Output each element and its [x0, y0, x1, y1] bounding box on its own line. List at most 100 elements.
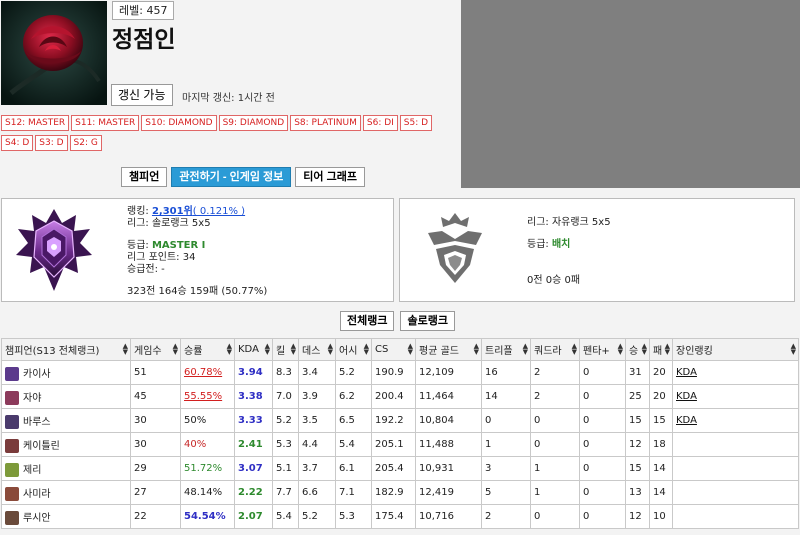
penta-kill-value: 0 [583, 367, 590, 378]
sort-arrows-icon: ▲ ▼ [327, 342, 333, 356]
season-tag: S5: D [399, 115, 433, 131]
header-mastery[interactable]: 장인랭킹 ▲ ▼ [672, 338, 799, 361]
champion-name: 제리 [23, 464, 42, 476]
season-tag: S4: D [1, 135, 34, 151]
solo-tier-value: MASTER I [151, 240, 206, 251]
champion-portrait-icon [5, 510, 19, 525]
header-penta[interactable]: 펜타+ ▲ ▼ [579, 338, 626, 361]
winrate-cell: 54.54% [180, 504, 235, 529]
level-badge: 레벨: 457 [112, 1, 175, 20]
assists-cell: 5.4 [335, 432, 372, 457]
quadra-kill-value: 0 [534, 511, 541, 522]
season-history: S12: MASTER S11: MASTER S10: DIAMOND S9: DI… [1, 115, 457, 155]
season-tag: S6: DI [362, 115, 398, 131]
triple-kill-value: 1 [485, 439, 492, 450]
sort-arrows-icon: ▲ ▼ [363, 342, 369, 356]
header-kills[interactable]: 킬 ▲ ▼ [272, 338, 299, 361]
header-wins[interactable]: 승 ▲ ▼ [625, 338, 650, 361]
header-deaths[interactable]: 데스 ▲ ▼ [298, 338, 336, 361]
winrate-value: 50% [184, 415, 207, 426]
champion-portrait-icon [5, 366, 19, 381]
solo-rank-button[interactable]: 솔로랭크 [400, 311, 455, 331]
kills-cell: 7.0 [272, 384, 299, 409]
penta-kill-cell: 0 [579, 360, 626, 385]
header-label: 킬 [276, 346, 286, 357]
assists-value: 6.1 [339, 463, 355, 474]
kills-value: 5.4 [276, 511, 292, 522]
gold-cell: 10,716 [415, 504, 482, 529]
tab-tier-graph[interactable]: 티어 그래프 [295, 167, 365, 187]
mastery-rank-cell[interactable]: KDA [672, 408, 799, 433]
games-value: 51 [134, 367, 147, 378]
all-rank-button[interactable]: 전체랭크 [340, 311, 395, 331]
header-quadra[interactable]: 쿼드라 ▲ ▼ [530, 338, 580, 361]
header-games[interactable]: 게임수 ▲ ▼ [130, 338, 181, 361]
mastery-rank-value[interactable]: KDA [676, 367, 697, 378]
tab-champions[interactable]: 챔피언 [121, 167, 168, 187]
winrate-cell: 51.72% [180, 456, 235, 481]
header-cs[interactable]: CS ▲ ▼ [371, 338, 416, 361]
cs-cell: 175.4 [371, 504, 416, 529]
champion-cell: 카이사 [1, 360, 131, 385]
solo-rank-card: 랭킹: 2,301위( 0.121% ) 리그: 솔로랭크 5x5 등급: MA… [1, 198, 394, 302]
flex-league: 리그: 자유랭크 5x5 [527, 217, 611, 228]
quadra-kill-value: 2 [534, 367, 541, 378]
kills-value: 5.1 [276, 463, 292, 474]
gold-value: 11,488 [419, 439, 454, 450]
header-label: CS [375, 344, 389, 355]
mastery-rank-value[interactable]: KDA [676, 415, 697, 426]
quadra-kill-value: 2 [534, 391, 541, 402]
kills-cell: 5.4 [272, 504, 299, 529]
gold-cell: 10,804 [415, 408, 482, 433]
profile-tabs: 챔피언 관전하기 - 인게임 정보 티어 그래프 [121, 167, 365, 187]
header-winrate[interactable]: 승률 ▲ ▼ [180, 338, 235, 361]
losses-value: 10 [653, 511, 666, 522]
solo-rank-percentile[interactable]: ( 0.121% ) [193, 206, 245, 217]
solo-rank-link[interactable]: 2,301위 [152, 206, 193, 217]
winrate-value: 55.55% [184, 391, 223, 402]
mastery-rank-cell[interactable]: KDA [672, 360, 799, 385]
champion-portrait-icon [5, 486, 19, 501]
gold-value: 12,109 [419, 367, 454, 378]
sort-arrows-icon: ▲ ▼ [641, 342, 647, 356]
winrate-value: 60.78% [184, 367, 223, 378]
kda-value: 3.94 [238, 367, 263, 378]
assists-cell: 6.5 [335, 408, 372, 433]
header-label: 장인랭킹 [676, 346, 713, 357]
winrate-cell: 40% [180, 432, 235, 457]
wins-value: 12 [629, 439, 642, 450]
header-losses[interactable]: 패 ▲ ▼ [649, 338, 673, 361]
quadra-kill-cell: 0 [530, 504, 580, 529]
season-tag: S8: PLATINUM [290, 115, 361, 131]
header-kda[interactable]: KDA ▲ ▼ [234, 338, 273, 361]
cs-cell: 182.9 [371, 480, 416, 505]
sort-arrows-icon: ▲ ▼ [617, 342, 623, 356]
mastery-rank-cell [672, 456, 799, 481]
header-triple[interactable]: 트리플 ▲ ▼ [481, 338, 531, 361]
header-gold[interactable]: 평균 골드 ▲ ▼ [415, 338, 482, 361]
unranked-emblem-icon [428, 213, 482, 283]
mastery-rank-cell[interactable]: KDA [672, 384, 799, 409]
wins-value: 25 [629, 391, 642, 402]
champion-cell: 사미라 [1, 480, 131, 505]
games-cell: 22 [130, 504, 181, 529]
table-row: 자야 45 55.55% 3.38 7.0 3.9 6.2 200.4 11,464 14 2 0 25… [1, 384, 799, 409]
tab-spectate[interactable]: 관전하기 - 인게임 정보 [171, 167, 292, 187]
winrate-value: 40% [184, 439, 207, 450]
sort-arrows-icon: ▲ ▼ [473, 342, 479, 356]
season-tag: S12: MASTER [1, 115, 70, 131]
mastery-rank-cell [672, 480, 799, 505]
champion-name: 자야 [23, 392, 42, 404]
mastery-rank-value[interactable]: KDA [676, 391, 697, 402]
update-button[interactable]: 갱신 가능 [111, 84, 173, 106]
cs-value: 175.4 [375, 511, 404, 522]
winrate-value: 54.54% [184, 511, 226, 522]
header-champion[interactable]: 챔피언(S13 전체랭크) ▲ ▼ [1, 338, 131, 361]
wins-cell: 15 [625, 408, 650, 433]
header-label: KDA [238, 344, 259, 355]
header-assists[interactable]: 어시 ▲ ▼ [335, 338, 372, 361]
deaths-cell: 4.4 [298, 432, 336, 457]
flex-tier-label: 등급: [527, 239, 552, 250]
assists-value: 7.1 [339, 487, 355, 498]
deaths-value: 5.2 [302, 511, 318, 522]
